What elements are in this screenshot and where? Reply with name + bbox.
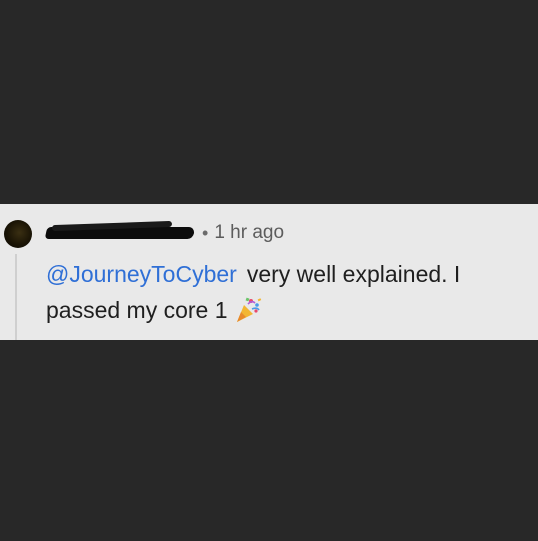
comment-header: • 1 hr ago bbox=[44, 220, 285, 246]
timestamp: 1 hr ago bbox=[214, 222, 285, 243]
comment-body: @JourneyToCyber very well explained. I pa… bbox=[46, 256, 526, 328]
avatar[interactable] bbox=[4, 220, 32, 248]
party-popper-icon bbox=[234, 296, 262, 324]
thread-line bbox=[15, 254, 17, 340]
mention-link[interactable]: @JourneyToCyber bbox=[46, 261, 237, 287]
redacted-username bbox=[44, 220, 196, 243]
comment-card: • 1 hr ago @JourneyToCyber very well expl… bbox=[0, 204, 538, 340]
separator-dot: • bbox=[202, 222, 209, 243]
